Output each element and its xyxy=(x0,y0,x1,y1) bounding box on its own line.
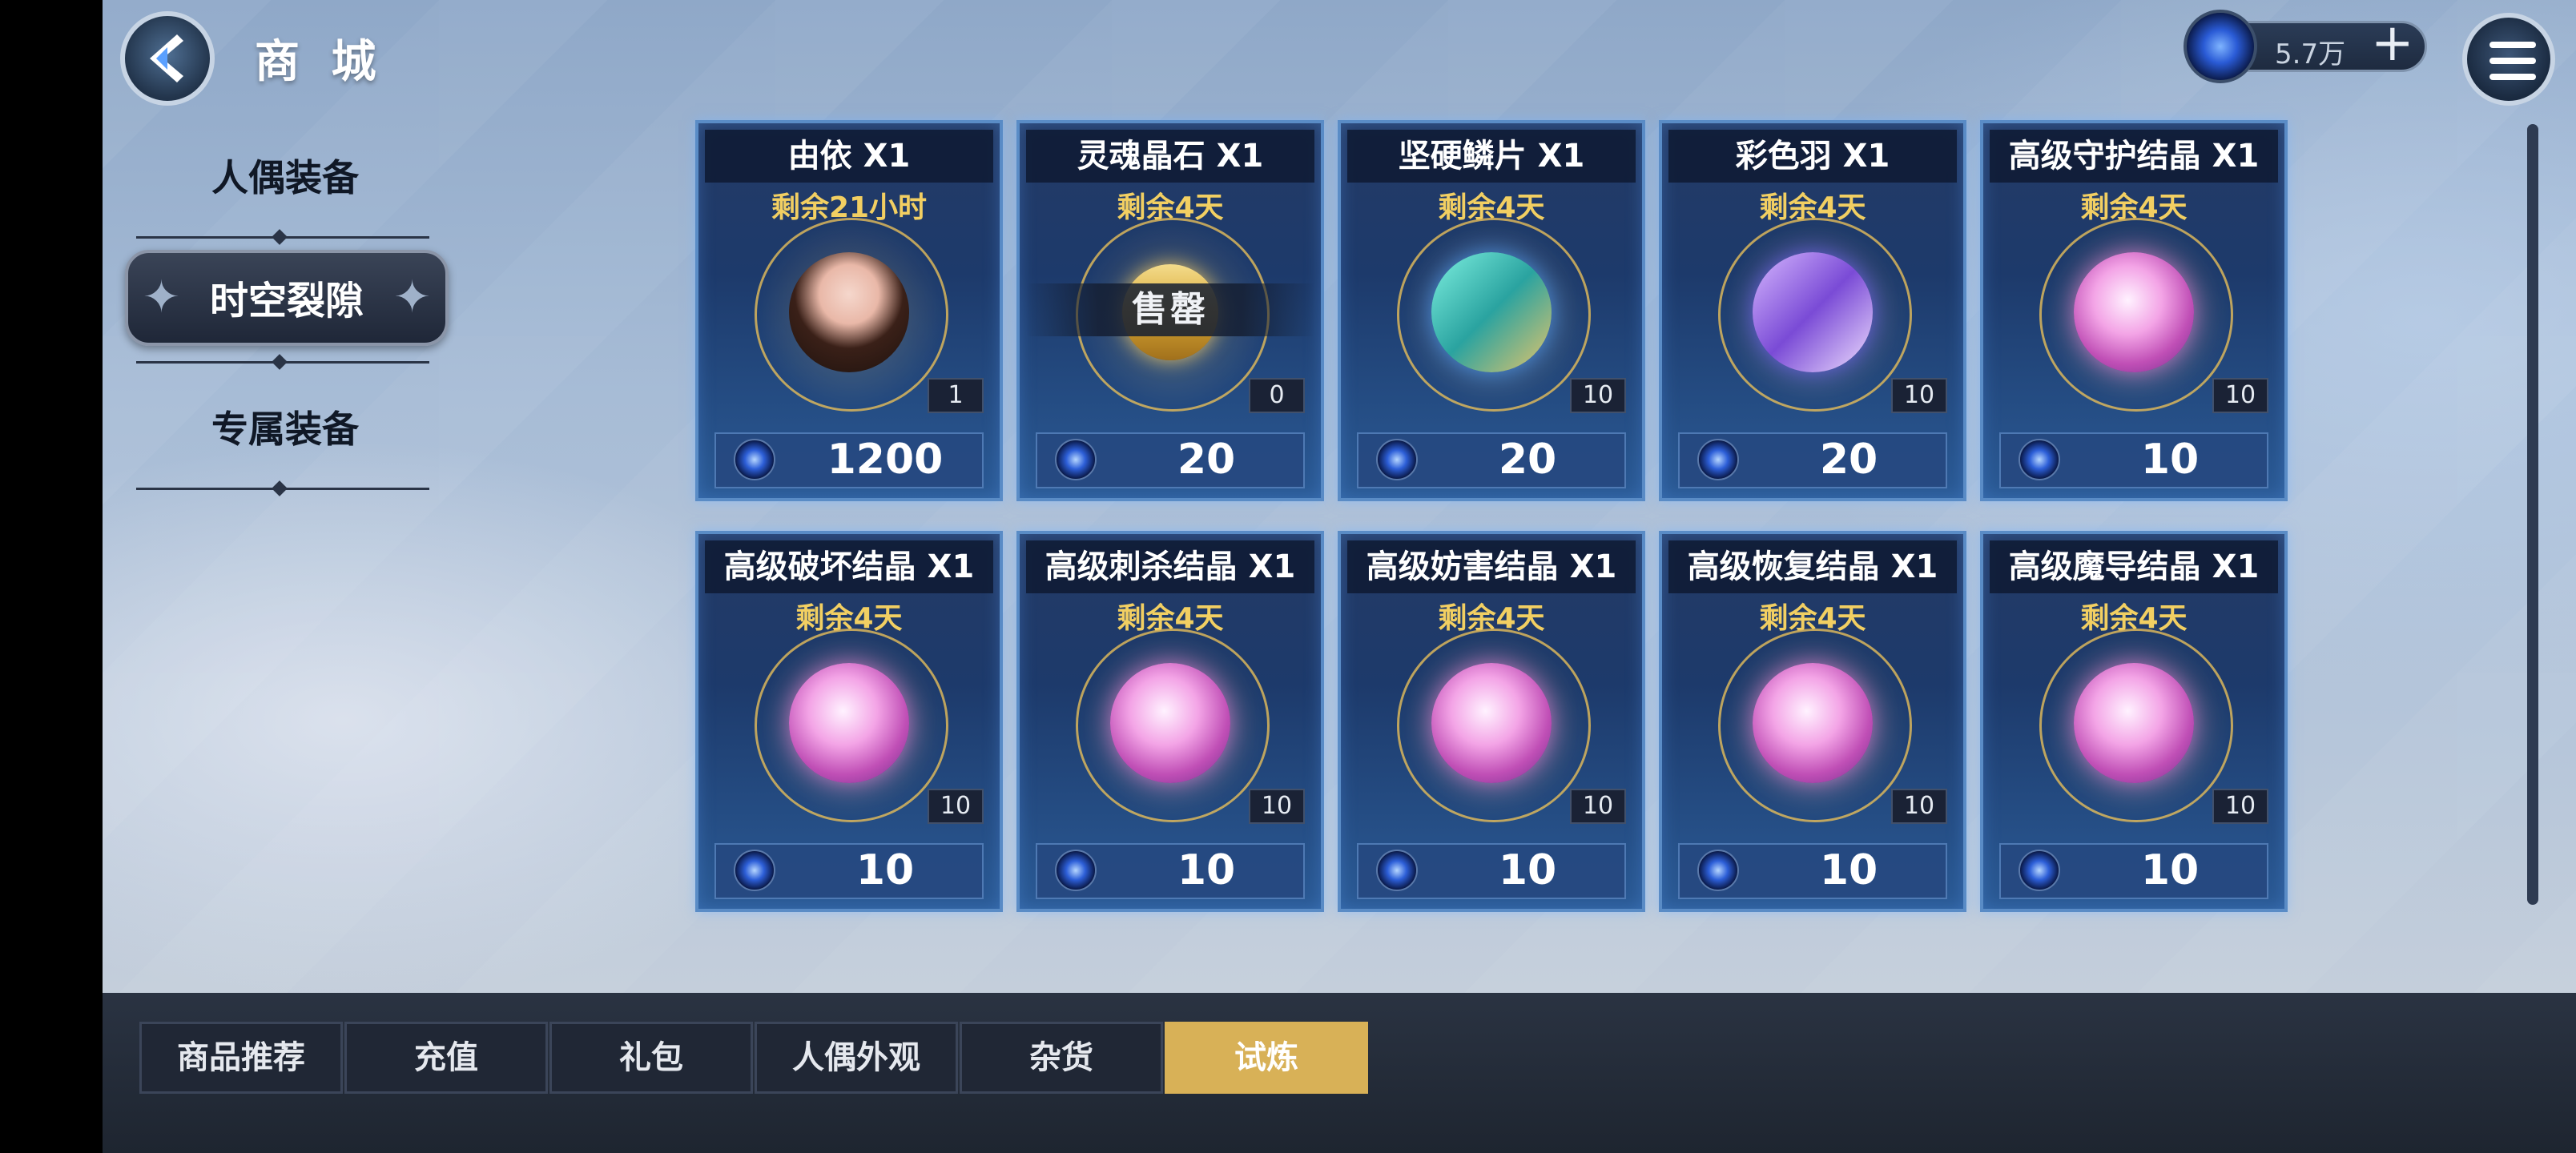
stock-count: 10 xyxy=(2212,789,2268,824)
back-arrow-icon xyxy=(150,34,183,82)
currency-orb-icon xyxy=(2019,439,2060,480)
item-name: 坚硬鳞片 X1 xyxy=(1347,130,1636,183)
item-art xyxy=(2039,218,2233,412)
item-name: 由依 X1 xyxy=(705,130,993,183)
nav-divider xyxy=(136,354,429,370)
page-title: 商 城 xyxy=(255,36,384,88)
shop-item-card[interactable]: 高级恢复结晶 X1 剩余4天 10 10 xyxy=(1659,531,1966,912)
item-name: 高级破坏结晶 X1 xyxy=(705,540,993,593)
stock-count: 10 xyxy=(1249,789,1305,824)
item-price: 10 xyxy=(1498,846,1557,894)
currency-orb-icon xyxy=(2019,850,2060,891)
item-art xyxy=(755,218,948,412)
currency-orb-icon xyxy=(734,439,775,480)
tab-trial[interactable]: 试炼 xyxy=(1165,1022,1368,1094)
item-art xyxy=(2039,629,2233,822)
nav-item-rift[interactable]: 时空裂隙 xyxy=(125,269,449,325)
stock-count: 1 xyxy=(928,378,984,413)
nav-item-doll-equipment[interactable]: 人偶装备 xyxy=(117,149,453,202)
item-price: 1200 xyxy=(827,436,944,484)
stock-count: 0 xyxy=(1249,378,1305,413)
currency-orb-icon xyxy=(1376,439,1418,480)
currency-orb-icon xyxy=(1055,850,1097,891)
item-art xyxy=(1076,629,1270,822)
add-currency-button[interactable]: + xyxy=(2371,18,2414,69)
item-art xyxy=(1397,218,1591,412)
shop-item-card[interactable]: 高级妨害结晶 X1 剩余4天 10 10 xyxy=(1338,531,1645,912)
stock-count: 10 xyxy=(1891,789,1947,824)
stock-count: 10 xyxy=(1570,789,1626,824)
menu-button[interactable] xyxy=(2462,13,2555,106)
stock-count: 10 xyxy=(2212,378,2268,413)
shop-item-card[interactable]: 坚硬鳞片 X1 剩余4天 10 20 xyxy=(1338,120,1645,501)
item-name: 高级魔导结晶 X1 xyxy=(1990,540,2278,593)
shop-item-card[interactable]: 由依 X1 剩余21小时 1 1200 xyxy=(695,120,1003,501)
item-name: 高级妨害结晶 X1 xyxy=(1347,540,1636,593)
scale-icon xyxy=(1431,252,1552,372)
left-letterbox xyxy=(0,0,103,1153)
scrollbar[interactable] xyxy=(2527,124,2538,905)
shop-item-card[interactable]: 高级魔导结晶 X1 剩余4天 10 10 xyxy=(1980,531,2288,912)
item-art xyxy=(1718,629,1912,822)
item-price: 10 xyxy=(855,846,915,894)
shop-item-card[interactable]: 彩色羽 X1 剩余4天 10 20 xyxy=(1659,120,1966,501)
shop-item-card[interactable]: 高级刺杀结晶 X1 剩余4天 10 10 xyxy=(1016,531,1324,912)
item-art xyxy=(1718,218,1912,412)
item-art xyxy=(1397,629,1591,822)
item-price: 20 xyxy=(1819,436,1878,484)
item-price: 20 xyxy=(1498,436,1557,484)
nav-divider xyxy=(136,480,429,496)
currency-orb-icon xyxy=(734,850,775,891)
item-price: 10 xyxy=(1177,846,1236,894)
item-name: 高级守护结晶 X1 xyxy=(1990,130,2278,183)
crystal-icon xyxy=(1753,663,1873,783)
currency-orb-icon xyxy=(1055,439,1097,480)
feather-icon xyxy=(1753,252,1873,372)
currency-orb-icon xyxy=(1697,850,1739,891)
item-name: 灵魂晶石 X1 xyxy=(1026,130,1314,183)
nav-item-exclusive-equipment[interactable]: 专属装备 xyxy=(117,400,453,453)
crystal-icon xyxy=(2074,252,2194,372)
item-name: 高级刺杀结晶 X1 xyxy=(1026,540,1314,593)
character-portrait-icon xyxy=(789,252,909,372)
sold-out-banner: 售罄 xyxy=(1026,283,1314,336)
currency-orb-icon xyxy=(1697,439,1739,480)
item-art xyxy=(755,629,948,822)
shop-item-card[interactable]: 高级守护结晶 X1 剩余4天 10 10 xyxy=(1980,120,2288,501)
tab-misc[interactable]: 杂货 xyxy=(960,1022,1163,1094)
item-price: 20 xyxy=(1177,436,1236,484)
currency-orb-icon xyxy=(1376,850,1418,891)
crystal-icon xyxy=(1110,663,1230,783)
stock-count: 10 xyxy=(928,789,984,824)
tab-recommended[interactable]: 商品推荐 xyxy=(139,1022,343,1094)
stock-count: 10 xyxy=(1570,378,1626,413)
shop-item-card[interactable]: 高级破坏结晶 X1 剩余4天 10 10 xyxy=(695,531,1003,912)
menu-icon xyxy=(2489,42,2536,48)
item-price: 10 xyxy=(2140,436,2200,484)
item-name: 高级恢复结晶 X1 xyxy=(1668,540,1957,593)
tab-recharge[interactable]: 充值 xyxy=(344,1022,548,1094)
nav-divider xyxy=(136,229,429,245)
tab-gift-pack[interactable]: 礼包 xyxy=(549,1022,753,1094)
tab-doll-appearance[interactable]: 人偶外观 xyxy=(755,1022,958,1094)
crystal-icon xyxy=(1431,663,1552,783)
stock-count: 10 xyxy=(1891,378,1947,413)
item-price: 10 xyxy=(1819,846,1878,894)
crystal-icon xyxy=(789,663,909,783)
currency-orb-icon xyxy=(2184,10,2257,83)
back-button[interactable] xyxy=(120,11,215,106)
crystal-icon xyxy=(2074,663,2194,783)
item-name: 彩色羽 X1 xyxy=(1668,130,1957,183)
item-price: 10 xyxy=(2140,846,2200,894)
currency-value: 5.7万 xyxy=(2275,38,2346,70)
shop-item-card[interactable]: 灵魂晶石 X1 剩余4天 售罄 0 20 xyxy=(1016,120,1324,501)
